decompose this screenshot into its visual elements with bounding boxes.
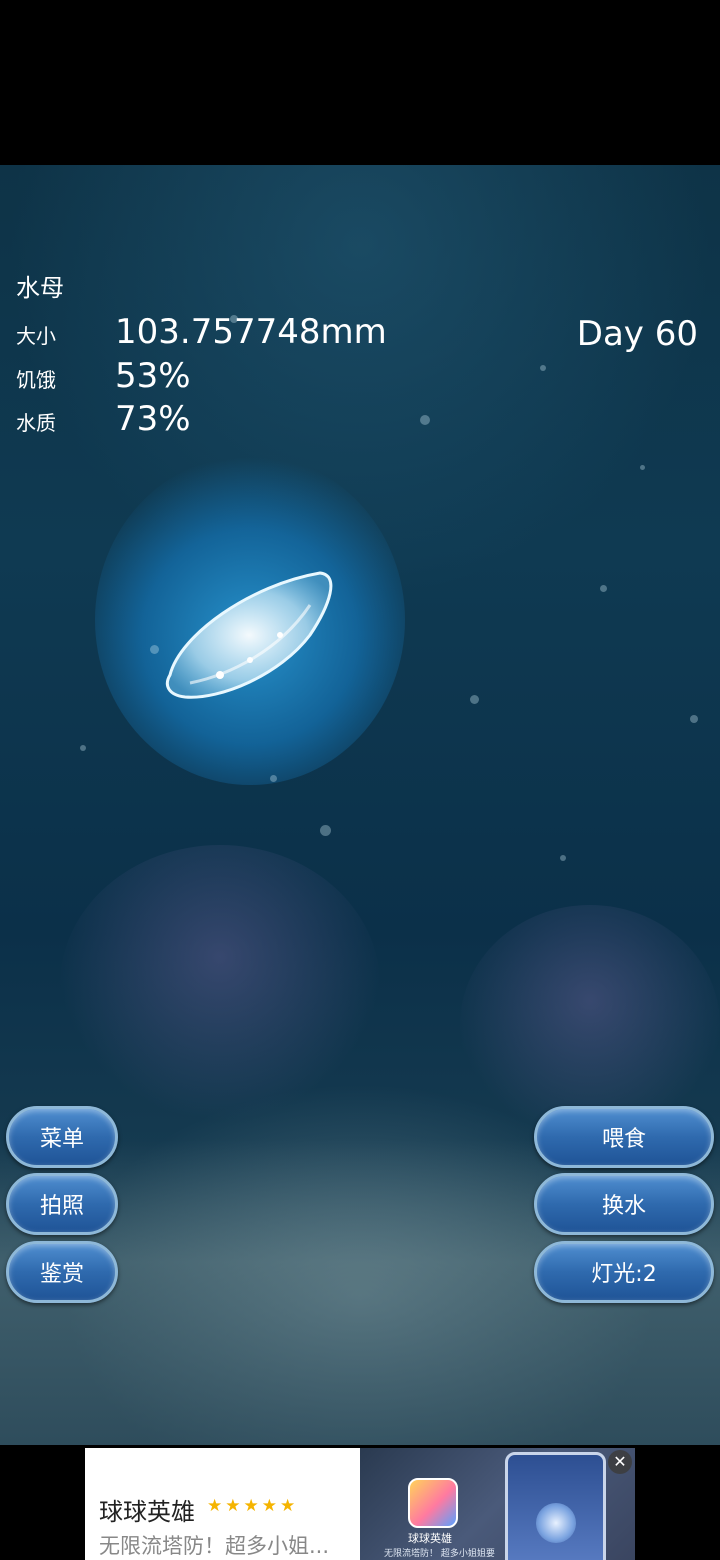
ad-app-description: 无限流塔防！ 超多小姐姐要 <box>384 1549 495 1559</box>
bubble <box>420 415 430 425</box>
ad-banner[interactable]: 球球英雄 ★★★★★ 无限流塔防！超多小姐... 球球英雄 无限流塔防！ 超多小… <box>85 1448 635 1560</box>
hunger-label: 饥饿 <box>16 368 56 392</box>
bubble <box>80 745 86 751</box>
appreciate-button[interactable]: 鉴赏 <box>6 1241 118 1303</box>
bubble <box>150 645 159 654</box>
light-button[interactable]: 灯光:2 <box>534 1241 714 1303</box>
ad-phone-mockup <box>505 1452 606 1560</box>
menu-button[interactable]: 菜单 <box>6 1106 118 1168</box>
bubble <box>560 855 566 861</box>
top-black-bar <box>0 0 720 165</box>
bubble <box>270 775 277 782</box>
coral-left <box>60 845 380 1125</box>
shield-icon <box>536 1503 576 1543</box>
bubble <box>640 465 645 470</box>
photo-button[interactable]: 拍照 <box>6 1173 118 1235</box>
bubble <box>690 715 698 723</box>
ad-rating-stars: ★★★★★ <box>207 1496 299 1516</box>
bubble <box>320 825 331 836</box>
change-water-button[interactable]: 换水 <box>534 1173 714 1235</box>
size-value: 103.757748mm <box>115 312 387 352</box>
close-icon[interactable]: ✕ <box>608 1450 632 1474</box>
pet-name: 水母 <box>16 274 64 302</box>
ad-text-panel[interactable]: 球球英雄 ★★★★★ 无限流塔防！超多小姐... <box>85 1448 360 1560</box>
bubble <box>600 585 607 592</box>
ad-app-name: 球球英雄 <box>408 1532 452 1545</box>
feed-button[interactable]: 喂食 <box>534 1106 714 1168</box>
size-label: 大小 <box>16 324 56 348</box>
ad-title: 球球英雄 <box>99 1498 195 1526</box>
ad-image-panel[interactable]: 球球英雄 无限流塔防！ 超多小姐姐要 <box>360 1448 635 1560</box>
hunger-value: 53% <box>115 356 191 396</box>
water-quality-label: 水质 <box>16 411 56 435</box>
ad-app-icon <box>408 1478 458 1528</box>
bubble <box>470 695 479 704</box>
jellyfish[interactable] <box>160 565 340 705</box>
day-counter: Day 60 <box>576 314 698 354</box>
bubble <box>540 365 546 371</box>
water-quality-value: 73% <box>115 399 191 439</box>
ad-description: 无限流塔防！超多小姐... <box>99 1534 330 1558</box>
